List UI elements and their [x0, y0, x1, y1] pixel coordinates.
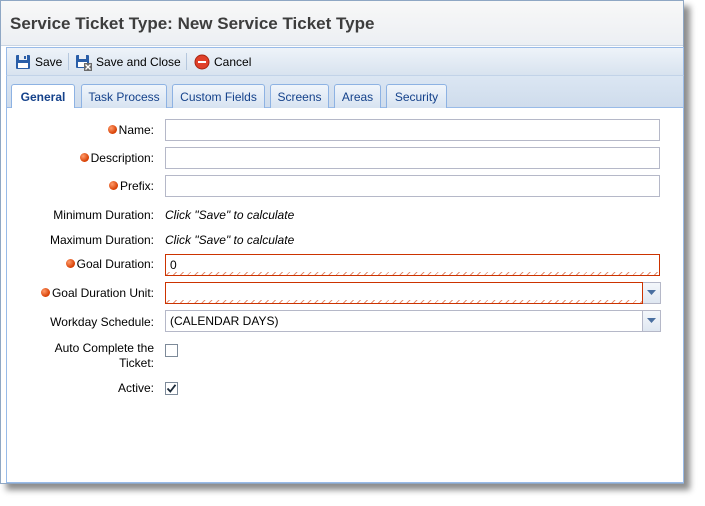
active-label: Active:: [117, 381, 154, 395]
name-label: Name:: [107, 123, 154, 137]
auto-complete-checkbox[interactable]: [165, 344, 178, 357]
required-indicator-icon: [40, 288, 50, 298]
tab-custom-fields[interactable]: Custom Fields: [172, 84, 265, 108]
general-tab-panel: Name: Description: Prefix: Minimum Durat…: [6, 108, 684, 483]
goal-duration-unit-label: Goal Duration Unit:: [40, 286, 154, 300]
checkmark-icon: [166, 384, 177, 393]
maximum-duration-label: Maximum Duration:: [49, 233, 154, 247]
goal-duration-label: Goal Duration:: [65, 257, 154, 271]
tab-task-process[interactable]: Task Process: [81, 84, 167, 108]
tab-bar: General Task Process Custom Fields Scree…: [6, 75, 684, 109]
goal-duration-unit-combo: [165, 282, 661, 304]
goal-duration-input[interactable]: [165, 254, 660, 276]
minimum-duration-value: Click "Save" to calculate: [165, 208, 295, 222]
cancel-button[interactable]: Cancel: [194, 53, 251, 71]
tab-security[interactable]: Security: [386, 84, 447, 108]
maximum-duration-value: Click "Save" to calculate: [165, 233, 295, 247]
description-label: Description:: [79, 151, 154, 165]
title-bar: Service Ticket Type: New Service Ticket …: [1, 1, 683, 46]
chevron-down-icon: [647, 318, 656, 323]
chevron-down-icon: [647, 290, 656, 295]
auto-complete-label: Auto Complete the Ticket:: [54, 341, 154, 370]
required-indicator-icon: [65, 259, 75, 269]
active-checkbox[interactable]: [165, 382, 178, 395]
save-button[interactable]: Save: [15, 53, 62, 71]
cancel-button-label: Cancel: [214, 55, 252, 69]
workday-schedule-combo: (CALENDAR DAYS): [165, 310, 661, 332]
toolbar-separator: [186, 53, 187, 70]
tab-areas[interactable]: Areas: [334, 84, 381, 108]
required-indicator-icon: [107, 125, 117, 135]
workday-schedule-label: Workday Schedule:: [50, 315, 154, 329]
prefix-input[interactable]: [165, 175, 660, 197]
required-indicator-icon: [79, 153, 89, 163]
tab-general[interactable]: General: [11, 84, 75, 109]
workday-schedule-field[interactable]: (CALENDAR DAYS): [165, 310, 643, 332]
dialog-window: Service Ticket Type: New Service Ticket …: [0, 0, 684, 484]
tab-screens[interactable]: Screens: [270, 84, 329, 108]
page-title: Service Ticket Type: New Service Ticket …: [10, 14, 375, 33]
floppy-disk-icon: [16, 55, 30, 69]
description-input[interactable]: [165, 147, 660, 169]
floppy-close-icon: [76, 54, 92, 71]
save-and-close-button[interactable]: Save and Close: [75, 53, 181, 71]
goal-duration-unit-dropdown-button[interactable]: [643, 282, 661, 304]
name-input[interactable]: [165, 119, 660, 141]
save-and-close-button-label: Save and Close: [96, 55, 181, 69]
toolbar: Save Save and Close Cancel: [6, 47, 684, 75]
save-button-label: Save: [35, 55, 63, 69]
workday-schedule-dropdown-button[interactable]: [643, 310, 661, 332]
minimum-duration-label: Minimum Duration:: [53, 208, 154, 222]
cancel-circle-icon: [194, 54, 210, 70]
required-indicator-icon: [108, 181, 118, 191]
prefix-label: Prefix:: [108, 179, 154, 193]
goal-duration-unit-field[interactable]: [165, 282, 643, 304]
toolbar-separator: [68, 53, 69, 70]
